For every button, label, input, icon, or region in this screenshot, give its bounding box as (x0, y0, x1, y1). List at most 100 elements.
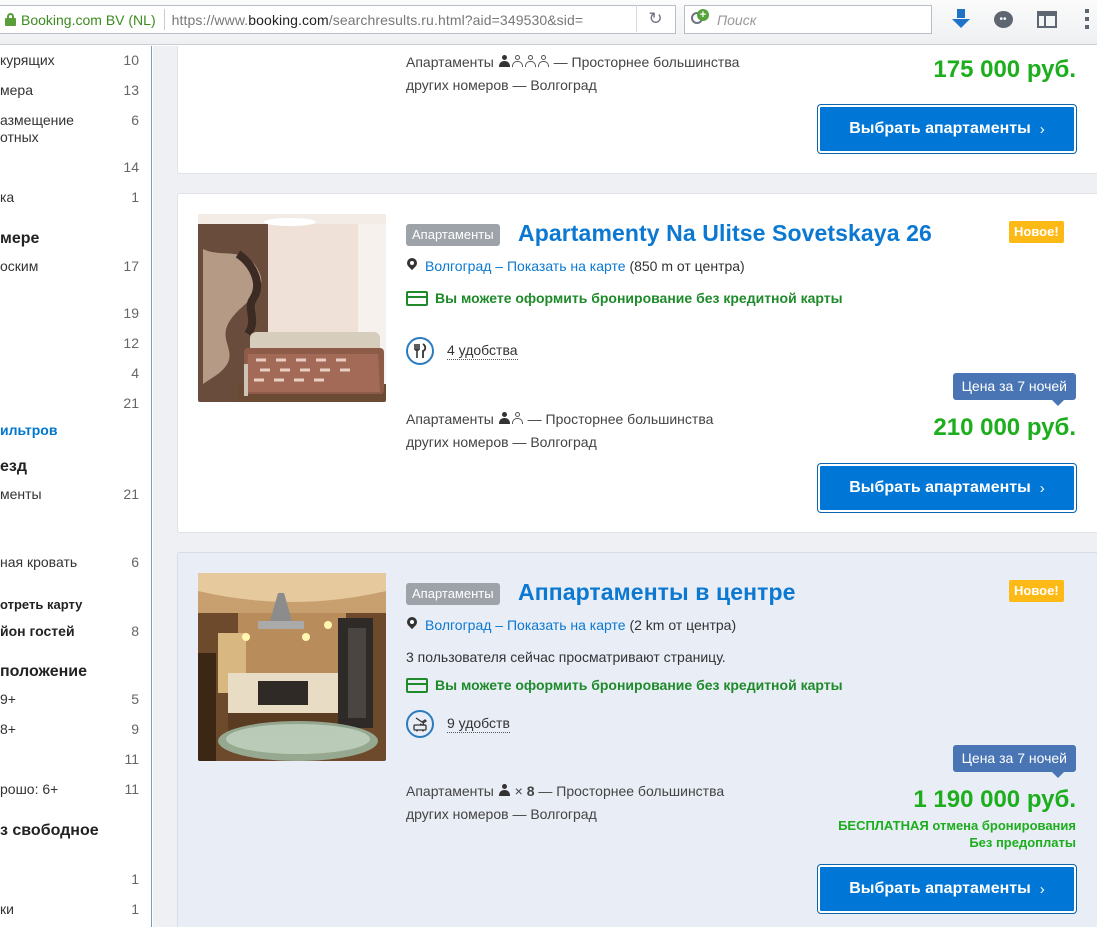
no-credit-card-notice: Вы можете оформить бронирование без кред… (406, 290, 843, 306)
filter-group-heading: мере (0, 230, 40, 247)
filter-label: рошо: 6+ (0, 781, 59, 797)
search-placeholder: Поиск (717, 11, 757, 28)
filter-label: ки (0, 901, 14, 917)
filter-count: 1 (131, 871, 139, 887)
room-desc-text: других номеров — Волгоград (406, 806, 597, 822)
amenities-link[interactable]: 4 удобства (447, 342, 518, 360)
show-on-map-link[interactable]: Волгоград – Показать на карте (425, 617, 626, 633)
room-occupancy-multiplier: × (514, 783, 527, 799)
button-label: Выбрать апартаменты (849, 479, 1031, 496)
filter-label: 9+ (0, 691, 16, 707)
price: 175 000 руб. (933, 56, 1076, 83)
menu-icon[interactable] (1078, 7, 1096, 31)
choose-apartments-button[interactable]: Выбрать апартаменты › (818, 865, 1076, 913)
price: 210 000 руб. (933, 414, 1076, 441)
property-card: Апартаменты Аппартаменты в центре Новое!… (177, 552, 1097, 927)
property-name-link[interactable]: Apartamenty Na Ulitse Sovetskaya 26 (518, 220, 932, 247)
show-map-link[interactable]: отреть карту (0, 597, 82, 612)
room-desc-text: других номеров — Волгоград (406, 77, 597, 93)
filter-count: 1 (131, 189, 139, 205)
price: 1 190 000 руб. (913, 786, 1076, 813)
room-type: Апартаменты (406, 783, 494, 799)
filter-label: отных (0, 129, 39, 145)
show-on-map-link[interactable]: Волгоград – Показать на карте (425, 258, 626, 274)
person-outline-icon (511, 412, 523, 425)
amenities[interactable]: 4 удобства (406, 337, 518, 365)
no-prepayment-text: Без предоплаты (969, 835, 1076, 850)
address-bar[interactable]: Booking.com BV (NL) https://www.booking.… (0, 5, 676, 34)
filter-count: 11 (124, 781, 139, 797)
room-occupancy-count: 8 (526, 783, 535, 799)
property-name-link[interactable]: Аппартаменты в центре (518, 579, 796, 606)
room-desc-text: других номеров — Волгоград (406, 434, 597, 450)
filter-count: 9 (131, 721, 139, 737)
reload-icon[interactable]: ↻ (636, 5, 674, 32)
filter-count: 5 (131, 691, 139, 707)
person-icon (498, 412, 510, 425)
filter-label: менты (0, 486, 42, 502)
room-description: Апартаменты — Просторнее большинства дру… (406, 408, 806, 454)
url-host: booking.com (248, 11, 329, 28)
chat-icon[interactable]: •• (990, 7, 1016, 31)
viewers-notice: 3 пользователя сейчас просматривают стра… (406, 649, 726, 665)
browser-toolbar: Booking.com BV (NL) https://www.booking.… (0, 0, 1097, 45)
filter-label: ная кровать (0, 554, 78, 570)
window-icon[interactable] (1034, 7, 1060, 31)
download-icon[interactable] (948, 7, 974, 31)
location-line: Волгоград – Показать на карте (850 m от … (406, 258, 745, 274)
room-desc-text: — Просторнее большинства (549, 54, 740, 70)
button-label: Выбрать апартаменты (849, 120, 1031, 137)
search-results: Апартаменты — Просторнее большинства дру… (153, 46, 1097, 927)
filter-count: 21 (123, 486, 139, 502)
reset-filters-link[interactable]: ильтров (0, 422, 57, 438)
price-tag: Цена за 7 ночей (952, 373, 1076, 406)
filter-label: мера (0, 82, 33, 98)
filter-count: 17 (123, 258, 139, 274)
credit-card-icon (406, 677, 428, 693)
site-identity[interactable]: Booking.com BV (NL) (21, 12, 156, 28)
person-outline-icon (524, 55, 536, 68)
amenities-link[interactable]: 9 удобств (447, 715, 510, 733)
filter-count: 19 (123, 305, 139, 321)
free-cancellation: БЕСПЛАТНАЯ отмена бронирования Без предо… (838, 817, 1076, 851)
url-text[interactable]: https://www.booking.com/searchresults.ru… (172, 12, 642, 28)
chevron-right-icon: › (1039, 880, 1045, 898)
property-photo[interactable] (198, 214, 386, 402)
filter-count: 13 (123, 82, 139, 98)
search-input[interactable]: + Поиск (684, 5, 932, 34)
filter-count: 1 (131, 901, 139, 917)
airport-shuttle-icon (406, 710, 434, 738)
property-card: Апартаменты — Просторнее большинства дру… (177, 46, 1097, 174)
choose-apartments-button[interactable]: Выбрать апартаменты › (818, 464, 1076, 512)
property-photo[interactable] (198, 573, 386, 761)
person-outline-icon (511, 55, 523, 68)
chevron-right-icon: › (1039, 120, 1045, 138)
property-card: Апартаменты Apartamenty Na Ulitse Sovets… (177, 193, 1097, 533)
room-type: Апартаменты (406, 411, 494, 427)
choose-apartments-button[interactable]: Выбрать апартаменты › (818, 105, 1076, 153)
location-line: Волгоград – Показать на карте (2 km от ц… (406, 617, 736, 633)
bedroom-photo (198, 214, 386, 402)
filter-count: 6 (131, 112, 139, 128)
price-tag: Цена за 7 ночей (952, 745, 1076, 778)
chevron-right-icon: › (1039, 479, 1045, 497)
filter-group-heading: езд (0, 458, 28, 475)
url-separator (163, 9, 165, 30)
no-credit-card-text: Вы можете оформить бронирование без кред… (435, 677, 843, 693)
search-engine-icon[interactable]: + (691, 8, 713, 29)
filter-label: азмещение (0, 112, 74, 128)
property-type-badge: Апартаменты (406, 224, 500, 246)
filter-count: 8 (131, 623, 139, 639)
amenities[interactable]: 9 удобств (406, 710, 510, 738)
filter-label: йон гостей (0, 623, 75, 639)
person-icon (498, 55, 510, 68)
distance-from-center: (2 km от центра) (629, 617, 737, 633)
filter-count: 4 (131, 365, 139, 381)
filter-label: оским (0, 258, 39, 274)
filter-count: 6 (131, 554, 139, 570)
room-description: Апартаменты — Просторнее большинства дру… (406, 51, 806, 97)
no-credit-card-text: Вы можете оформить бронирование без кред… (435, 290, 843, 306)
property-type-badge: Апартаменты (406, 583, 500, 605)
filter-label: 8+ (0, 721, 16, 737)
room-description: Апартаменты × 8 — Просторнее большинства… (406, 780, 806, 826)
